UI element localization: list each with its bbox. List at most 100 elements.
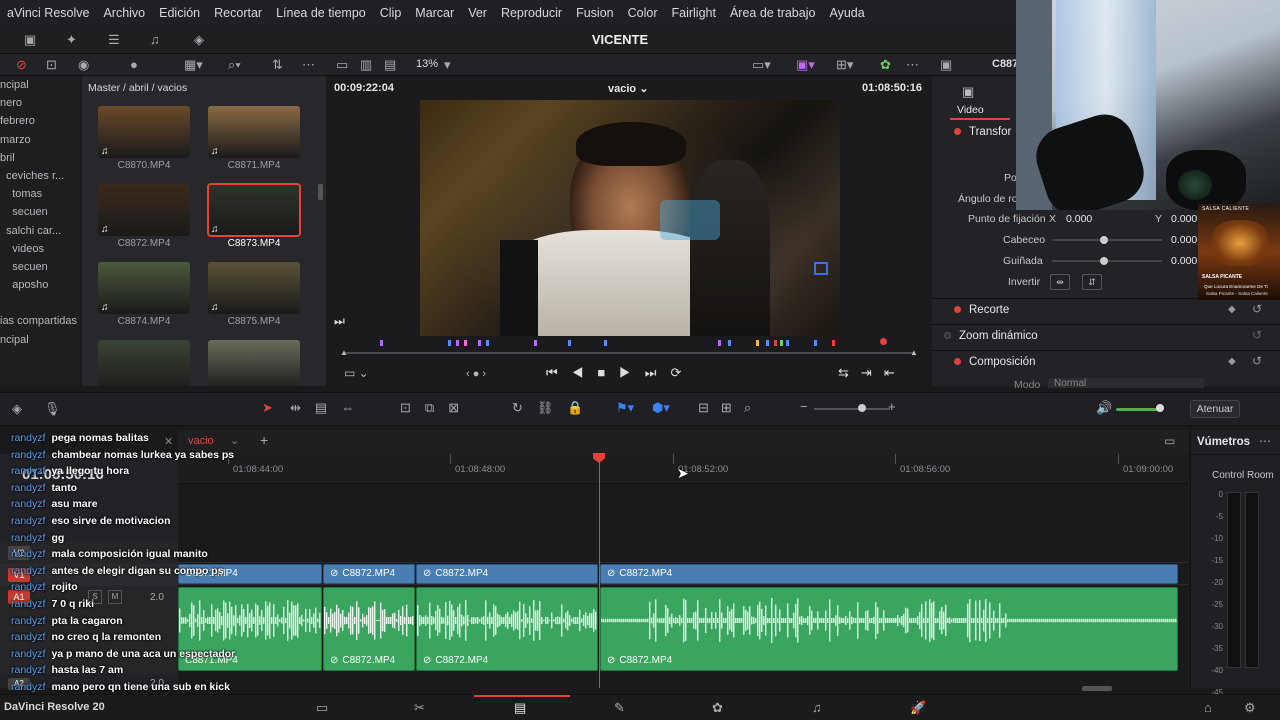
menu-item[interactable]: Área de trabajo <box>723 6 822 20</box>
grid-view-icon[interactable]: ▦▾ <box>184 57 203 73</box>
marker-icon[interactable]: ⬢▾ <box>652 400 670 416</box>
menu-item[interactable]: Ayuda <box>822 6 871 20</box>
sound-library-icon[interactable]: ♫ <box>150 32 160 47</box>
timeline-scrollbar[interactable] <box>1082 686 1112 691</box>
timeline-zoom-slider[interactable] <box>814 408 890 410</box>
keyframe-icon[interactable]: ◆ <box>1228 304 1236 315</box>
media-clip[interactable]: ♫ C8875.MP4 <box>208 262 300 327</box>
trim-tool-icon[interactable]: ⇹ <box>290 400 315 415</box>
viewer-zoom[interactable]: 13% <box>416 58 438 70</box>
media-pool-scrollbar[interactable] <box>318 184 323 200</box>
audio-clip[interactable]: ⊘ C8872.MP4 <box>600 587 1178 671</box>
audio-clip[interactable]: ⊘ C8872.MP4 <box>323 587 415 671</box>
bin-item[interactable]: aposho <box>0 276 80 294</box>
enable-dot-icon[interactable] <box>954 306 961 314</box>
loop-icon[interactable]: ⟳ <box>670 365 695 380</box>
edit-index-icon[interactable]: ☰ <box>108 32 120 48</box>
keyframe-icon[interactable]: ◆ <box>1228 356 1236 367</box>
timeline-marker[interactable] <box>766 340 769 346</box>
link-icon[interactable]: ⊘ <box>16 57 27 73</box>
bin-item[interactable]: ncipal <box>0 76 80 94</box>
composite-mode-select[interactable]: Normal <box>1048 378 1204 388</box>
bin-item[interactable]: tomas <box>0 185 80 203</box>
timeline-marker[interactable] <box>380 340 383 346</box>
crop-section[interactable]: Recorte <box>954 304 1009 316</box>
dynamic-trim-icon[interactable]: ▤ <box>315 400 341 415</box>
menu-item[interactable]: Reproducir <box>494 6 569 20</box>
timeline-marker[interactable] <box>780 340 783 346</box>
insert-clip-icon[interactable]: ⊡ <box>400 400 425 415</box>
zoom-detail-icon[interactable]: ⊞ <box>721 400 744 415</box>
timeline-zoom-handle[interactable] <box>858 404 866 412</box>
yaw-field[interactable]: 0.000 <box>1171 255 1197 267</box>
overwrite-clip-icon[interactable]: ⧉ <box>425 400 448 415</box>
composite-section[interactable]: Composición <box>954 356 1035 368</box>
viewer-layout-icon[interactable]: ▭ <box>336 57 348 73</box>
fairlight-page-icon[interactable]: ♫ <box>812 700 822 715</box>
viewer-scrubber[interactable] <box>344 352 914 354</box>
jog-control-icon[interactable]: ‹ ● › <box>466 368 486 380</box>
menu-item[interactable]: Recortar <box>207 6 269 20</box>
menu-item[interactable]: Color <box>621 6 665 20</box>
menu-item[interactable]: Clip <box>373 6 409 20</box>
home-icon[interactable]: ⌂ <box>1204 700 1212 715</box>
media-page-icon[interactable]: ▭ <box>316 700 328 716</box>
bin-item[interactable]: secuen <box>0 203 80 221</box>
scrubber-out-handle[interactable]: ▲ <box>910 348 918 357</box>
play-reverse-icon[interactable]: ◀ <box>572 365 598 380</box>
metadata-icon[interactable]: ⊡ <box>46 57 57 73</box>
play-icon[interactable]: ▶ <box>619 365 645 380</box>
video-clip[interactable]: ⊘ C8872.MP4 <box>600 564 1178 584</box>
enable-dot-icon[interactable] <box>954 128 961 136</box>
bin-item[interactable]: salchi car... <box>0 222 80 240</box>
menu-item[interactable]: aVinci Resolve <box>0 6 96 20</box>
snapping-icon[interactable]: ↻ <box>512 400 537 415</box>
dynamic-zoom-section[interactable]: Zoom dinámico <box>944 330 1038 342</box>
timeline-marker[interactable] <box>814 340 817 346</box>
more-options-icon[interactable]: ⋯ <box>302 57 315 73</box>
viewer-mode-icon[interactable]: ▭ ⌄ <box>344 366 369 380</box>
menu-item[interactable]: Fusion <box>569 6 621 20</box>
lock-icon[interactable]: 🔒 <box>567 400 597 415</box>
diamond-icon[interactable]: ◈ <box>12 401 22 417</box>
safe-area-icon[interactable]: ▭▾ <box>752 57 771 73</box>
sort-icon[interactable]: ⇅ <box>272 57 283 73</box>
go-to-start-icon[interactable]: ⏮ <box>546 365 572 380</box>
media-clip[interactable] <box>98 340 190 386</box>
bin-item[interactable]: nero <box>0 94 80 112</box>
timeline-marker[interactable] <box>568 340 571 346</box>
media-clip[interactable] <box>208 340 300 386</box>
replace-clip-icon[interactable]: ⊠ <box>448 400 473 415</box>
timeline-marker[interactable] <box>774 340 777 346</box>
media-clip[interactable]: ♫ C8873.MP4 <box>207 183 301 249</box>
video-clip[interactable]: ⊘ C8872.MP4 <box>323 564 415 584</box>
bin-item[interactable]: secuen <box>0 258 80 276</box>
diamond-icon[interactable]: ◈ <box>194 32 204 48</box>
timeline-playhead[interactable] <box>599 454 600 688</box>
chevron-down-icon[interactable]: ▾ <box>444 57 451 73</box>
reset-icon[interactable]: ↺ <box>1252 328 1262 342</box>
zoom-full-icon[interactable]: ⊟ <box>698 400 721 415</box>
mark-out-icon[interactable]: ⇤ <box>884 365 907 380</box>
mic-icon[interactable]: ◉ <box>78 57 89 73</box>
scrubber-playhead[interactable] <box>880 338 887 345</box>
bin-item[interactable]: videos <box>0 240 80 258</box>
timeline-marker[interactable] <box>448 340 451 346</box>
more-viewer-icon[interactable]: ⋯ <box>906 57 919 73</box>
go-to-end-icon[interactable]: ⏭ <box>645 365 671 380</box>
video-clip[interactable]: ⊘ C8872.MP4 <box>416 564 598 584</box>
menu-item[interactable]: Archivo <box>96 6 152 20</box>
pitch-slider-handle[interactable] <box>1100 236 1108 244</box>
dim-button[interactable]: Atenuar <box>1190 400 1240 418</box>
volume-icon[interactable]: 🔊 <box>1096 400 1112 416</box>
pitch-field[interactable]: 0.000 <box>1171 234 1197 246</box>
edit-page-icon[interactable]: ▤ <box>514 700 526 716</box>
viewer-split-icon[interactable]: ▥ <box>360 57 372 73</box>
media-clip[interactable]: ♫ C8874.MP4 <box>98 262 190 327</box>
media-clip[interactable]: ♫ C8870.MP4 <box>98 106 190 171</box>
anchor-x-field[interactable]: 0.000 <box>1066 213 1092 225</box>
audio-clip[interactable]: ⊘ C8872.MP4 <box>416 587 598 671</box>
bin-item[interactable] <box>0 294 80 312</box>
transform-overlay-icon[interactable]: ⊞▾ <box>836 57 853 73</box>
mic-icon[interactable]: 🎙 <box>44 401 61 417</box>
